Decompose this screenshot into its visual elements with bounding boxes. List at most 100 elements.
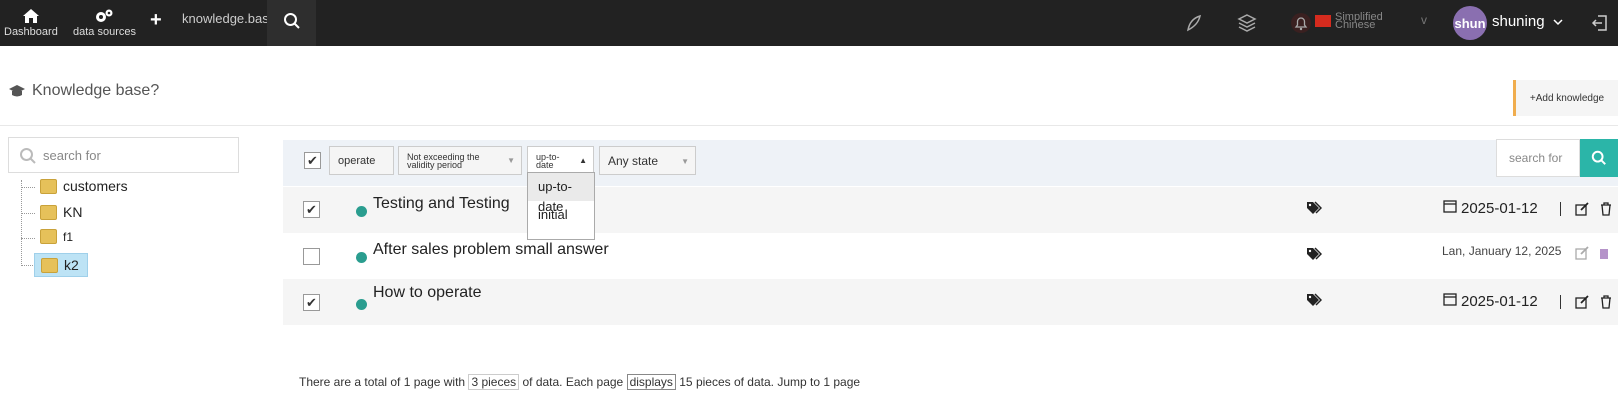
caret-up-icon: ▲ [579,156,587,165]
row-date: 2025-01-12 [1443,199,1538,217]
status-check-icon [356,252,367,263]
nav-dashboard[interactable]: Dashboard [4,8,58,38]
dropdown-option-up-to-date[interactable]: up-to-date [528,173,594,214]
nav-data-sources[interactable]: data sources [73,8,136,38]
lang-dropdown-indicator: v [1421,13,1427,27]
search-icon [1591,150,1606,165]
pager-page-size[interactable]: displays [626,374,676,390]
filter-bar: ✔ operate Not exceeding the validity peri… [283,140,1618,186]
dropdown-option-initial[interactable]: initial [528,201,594,229]
nav-data-sources-label: data sources [73,26,136,38]
tree-connector [21,238,35,239]
sidebar-search [8,137,239,173]
operate-label: operate [338,154,376,167]
calendar-icon [1443,199,1457,217]
version-filter-label: up-to-date [536,151,560,170]
tree-item-f1[interactable]: f1 [40,229,73,244]
tags-icon[interactable] [1306,201,1322,215]
trash-icon[interactable] [1597,246,1611,260]
search-icon [283,12,301,35]
state-filter[interactable]: Any state ▼ [599,146,696,175]
version-dropdown-menu: up-to-date initial [527,172,595,240]
china-flag-icon [1315,15,1331,27]
layers-icon[interactable] [1236,12,1258,34]
user-name-label: shuning [1492,13,1545,30]
row-date: 2025-01-12 [1443,292,1538,310]
chevron-down-icon [1553,19,1563,26]
version-filter[interactable]: up-to-date ▲ [527,146,594,175]
divider [0,125,1618,126]
page-title: Knowledge base? [8,82,159,100]
edit-icon[interactable] [1575,295,1589,309]
tree-item-k2[interactable]: k2 [34,253,88,277]
table-row: After sales problem small answer Lan, Ja… [283,233,1618,279]
content-search-button[interactable] [1580,139,1618,177]
row-date-text: 2025-01-12 [1461,199,1538,217]
tree-connector [21,265,35,266]
nav-dashboard-label: Dashboard [4,26,58,38]
content-search-input[interactable]: search for [1496,139,1580,177]
table-row: ✔ Testing and Testing 2025-01-12 [283,187,1618,233]
select-all-checkbox[interactable]: ✔ [304,152,321,169]
folder-icon [40,204,57,220]
tree-item-customers[interactable]: customers [40,178,128,194]
row-date-text: Lan, January 12, 2025 [1442,244,1562,258]
top-navbar: Dashboard data sources + knowledge.base … [0,0,1618,46]
row-title[interactable]: How to operate [373,284,482,302]
tree-item-kn[interactable]: KN [40,204,82,220]
tree-connector [21,213,35,214]
row-title[interactable]: Testing and Testing [373,195,510,213]
separator [1560,295,1561,309]
search-icon [20,148,36,164]
validity-filter-label: Not exceeding the validity period [407,151,480,170]
edit-icon[interactable] [1575,202,1589,216]
tree-item-label: k2 [64,257,79,273]
table-row: ✔ How to operate 2025-01-12 [283,279,1618,325]
folder-icon [40,229,57,244]
row-date-text: 2025-01-12 [1461,292,1538,310]
row-checkbox[interactable] [303,248,320,265]
avatar[interactable]: shun [1453,6,1487,40]
validity-filter[interactable]: Not exceeding the validity period ▼ [398,146,522,175]
edit-icon[interactable] [1575,246,1589,260]
nav-knowledge-base[interactable]: knowledge.base [182,11,276,26]
gears-icon [73,8,136,26]
tree-connector [21,187,35,188]
tags-icon[interactable] [1306,293,1322,307]
folder-icon [41,257,58,273]
feather-icon[interactable] [1183,12,1205,34]
pager-text: of data. Each page [519,375,627,389]
user-name[interactable]: shuning [1492,13,1563,30]
page-title-text: Knowledge base? [32,82,160,99]
state-filter-label: Any state [608,153,659,168]
home-icon [4,8,58,26]
nav-add-button[interactable]: + [150,9,162,32]
tree-connector [21,180,22,266]
lang-line2: Chinese [1335,19,1376,31]
folder-icon [40,178,57,194]
sidebar-search-input[interactable] [43,138,233,172]
nav-search-button[interactable] [267,0,316,46]
bell-icon[interactable] [1290,12,1312,34]
pager-text: 15 pieces of data. Jump to 1 page [675,375,861,389]
language-selector[interactable]: Simplified Chinese v [1315,12,1427,31]
add-knowledge-button[interactable]: +Add knowledge [1513,80,1618,116]
row-checkbox[interactable]: ✔ [303,201,320,218]
pager-text: There are a total of 1 page with [299,375,469,389]
trash-icon[interactable] [1599,202,1613,216]
caret-down-icon: ▼ [507,156,515,165]
logout-icon[interactable] [1589,12,1611,34]
operate-button[interactable]: operate [329,146,394,175]
row-title[interactable]: After sales problem small answer [373,241,609,259]
tree-item-label: KN [63,204,83,220]
calendar-icon [1443,292,1457,310]
tags-icon[interactable] [1306,247,1322,261]
row-checkbox[interactable]: ✔ [303,294,320,311]
tree-item-label: customers [63,178,128,194]
trash-icon[interactable] [1599,295,1613,309]
pagination-info: There are a total of 1 page with 3 piece… [299,374,860,390]
caret-down-icon: ▼ [681,157,689,166]
pager-total-count[interactable]: 3 pieces [468,374,520,390]
graduation-cap-icon [9,85,25,97]
status-check-icon [356,206,367,217]
